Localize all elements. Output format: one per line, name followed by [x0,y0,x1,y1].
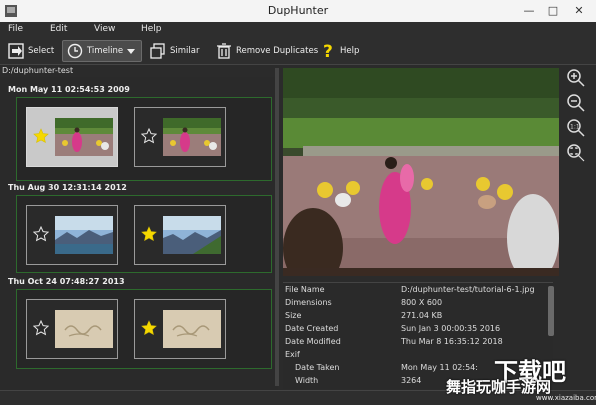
star-filled-icon[interactable] [141,226,157,242]
prop-file-name: File Name D:/duphunter-test/tutorial-6-1.… [285,285,535,294]
prop-date-modified: Date Modified Thu Mar 8 16:35:12 2018 [285,337,503,346]
select-icon [8,43,24,59]
sand-writing-image [55,310,113,348]
folder-path: D:/duphunter-test [2,66,74,75]
star-outline-icon[interactable] [141,128,157,144]
remove-duplicates-button[interactable]: Remove Duplicates [216,40,318,62]
zoom-in-icon[interactable] [566,68,586,88]
thumbnail[interactable] [134,107,226,167]
thumbnail[interactable] [134,205,226,265]
timeline-scrollbar[interactable] [275,68,279,386]
timeline-pane: Mon May 11 02:54:53 2009 Thu Aug 30 12:3… [0,77,278,390]
prop-size: Size 271.04 KB [285,311,443,320]
select-label: Select [28,46,55,56]
properties-scrollbar[interactable] [548,286,554,336]
menu-edit[interactable]: Edit [50,24,67,34]
zoom-out-icon[interactable] [566,93,586,113]
menu-view[interactable]: View [94,24,115,34]
group-date: Thu Aug 30 12:31:14 2012 [8,183,127,192]
timeline-label: Timeline [87,46,124,56]
thumbnail[interactable] [26,299,118,359]
dance-scene-image [163,118,221,156]
star-outline-icon[interactable] [33,320,49,336]
toolbar: Select Timeline Similar Remove Duplicate… [0,38,596,65]
watermark: 下载吧 舞指玩咖手游网 www.xiazaiba.com [440,354,596,404]
dance-scene-preview-image [283,68,559,276]
window-title: DupHunter [267,4,329,17]
select-button[interactable]: Select [8,40,54,62]
duplicate-group [16,195,272,273]
similar-button[interactable]: Similar [150,40,199,62]
help-label: Help [340,46,360,56]
star-filled-icon[interactable] [141,320,157,336]
dance-scene-image [55,118,113,156]
maximize-button[interactable]: □ [542,2,564,19]
mountain-lake-image [163,216,221,254]
chevron-down-icon[interactable] [127,47,136,55]
minimize-button[interactable]: — [518,2,540,19]
group-date: Thu Oct 24 07:48:27 2013 [8,277,125,286]
menu-help[interactable]: Help [141,24,162,34]
watermark-url: www.xiazaiba.com [536,394,596,402]
remove-duplicates-label: Remove Duplicates [236,46,319,56]
help-button[interactable]: ? Help [320,40,359,62]
group-date: Mon May 11 02:54:53 2009 [8,85,130,94]
similar-icon [150,43,165,59]
thumbnail[interactable] [134,299,226,359]
similar-label: Similar [170,46,200,56]
zoom-fit-icon[interactable] [566,143,586,163]
duplicate-group [16,289,272,369]
svg-text:1:1: 1:1 [570,124,580,131]
close-button[interactable]: ✕ [568,2,590,19]
help-icon: ? [323,42,333,60]
menu-file[interactable]: File [8,24,23,34]
timeline-button[interactable]: Timeline [62,40,142,62]
trash-icon [217,43,231,59]
prop-dimensions: Dimensions 800 X 600 [285,298,443,307]
star-outline-icon[interactable] [33,226,49,242]
prop-date-created: Date Created Sun Jan 3 00:00:35 2016 [285,324,501,333]
sand-writing-image [163,310,221,348]
image-preview [283,68,559,276]
thumbnail[interactable] [26,205,118,265]
zoom-actual-icon[interactable]: 1:1 [566,118,586,138]
star-filled-icon[interactable] [33,128,49,144]
mountain-lake-image [55,216,113,254]
thumbnail[interactable] [26,107,118,167]
title-bar: DupHunter — □ ✕ [0,0,596,22]
clock-icon [67,43,83,59]
svg-text:?: ? [323,42,333,60]
menu-bar: File Edit View Help [0,22,596,38]
duplicate-group [16,97,272,181]
